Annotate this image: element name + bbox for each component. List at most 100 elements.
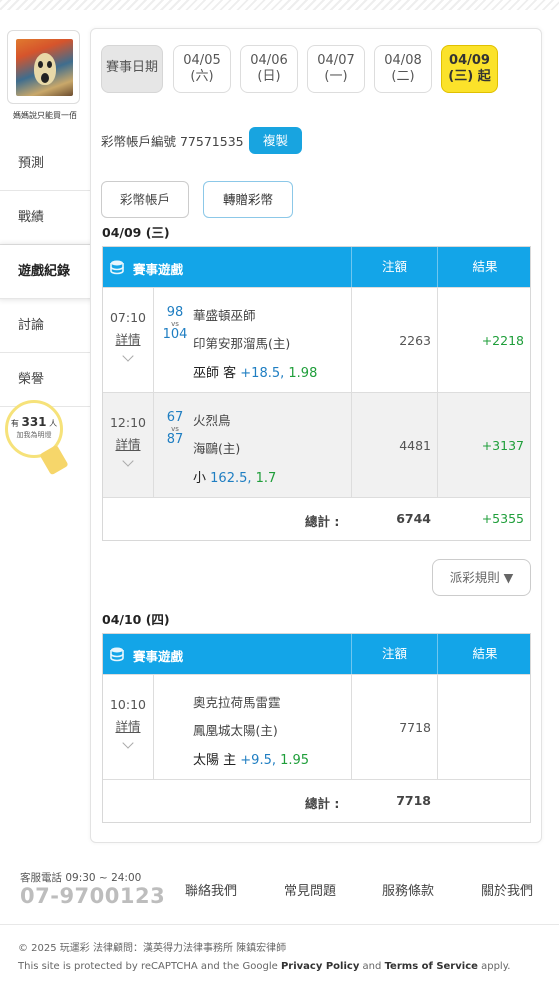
team-away: 火烈鳥 <box>193 413 231 428</box>
account-number: 彩幣帳戶編號 77571535 <box>101 134 244 149</box>
team-away: 華盛頓巫師 <box>193 308 256 323</box>
date-button-0405[interactable]: 04/05 (六) <box>173 45 231 93</box>
footer-link-about[interactable]: 關於我們 <box>481 880 533 899</box>
date-text: 04/05 <box>183 53 221 68</box>
bulb-subtext: 加我為明燈 <box>16 431 52 439</box>
pick-line: 162.5, <box>210 471 252 486</box>
date-button-0406[interactable]: 04/06 (日) <box>240 45 298 93</box>
payout-rules-dropdown[interactable]: 派彩規則 ▼ <box>432 559 531 596</box>
total-row: 總計 : 7718 <box>103 779 530 822</box>
pick: 巫師 客 +18.5, 1.98 <box>193 362 317 381</box>
pick-text: 小 <box>193 471 207 486</box>
team-home: 海鷗(主) <box>193 441 241 456</box>
footer-link-faq[interactable]: 常見問題 <box>284 880 336 899</box>
table-row: 10:10 詳情 奧克拉荷馬雷霆 鳳凰城太陽(主) 太陽 主 +9.5, 1.9… <box>103 674 530 779</box>
copy-button[interactable]: 複製 <box>249 127 302 154</box>
day-text: (六) <box>190 69 214 84</box>
score: 98 vs 104 <box>162 306 188 342</box>
score-home: 104 <box>162 327 188 342</box>
chevron-down-icon[interactable] <box>122 455 134 467</box>
footer-link-contact[interactable]: 聯絡我們 <box>185 880 237 899</box>
avatar-eye-right <box>47 61 52 68</box>
avatar-mouth <box>41 73 49 83</box>
footer-link-terms[interactable]: 服務條款 <box>382 880 434 899</box>
pick-line: +9.5, <box>240 753 276 768</box>
day-title: 04/09 (三) <box>102 225 170 240</box>
score-away: 98 <box>166 305 184 320</box>
recaptcha-notice: This site is protected by reCAPTCHA and … <box>18 961 510 972</box>
date-button-0408[interactable]: 04/08 (二) <box>374 45 432 93</box>
detail-link[interactable]: 詳情 <box>103 329 153 348</box>
day-text: (日) <box>257 69 281 84</box>
date-text: 04/09 <box>449 53 490 68</box>
transfer-coin-button[interactable]: 轉贈彩幣 <box>203 181 293 218</box>
footer-divider <box>0 924 559 925</box>
header-bet: 注額 <box>351 634 437 674</box>
date-text: 04/06 <box>250 53 288 68</box>
team-home: 印第安那溜馬(主) <box>193 336 291 351</box>
total-label: 總計 : <box>305 796 340 811</box>
sidebar-item-record[interactable]: 戰績 <box>0 191 90 245</box>
detail-link[interactable]: 詳情 <box>103 434 153 453</box>
day-text: (三) 起 <box>448 69 491 84</box>
recaptcha-apply: apply. <box>481 961 511 972</box>
time-cell: 12:10 詳情 <box>103 393 154 497</box>
header-game: 賽事遊戲 <box>133 262 184 277</box>
score-home: 87 <box>166 432 184 447</box>
date-label: 賽事日期 <box>101 45 163 93</box>
avatar-frame[interactable] <box>7 30 80 104</box>
game-time: 12:10 <box>109 415 147 430</box>
sidebar-item-honor[interactable]: 榮譽 <box>0 353 90 407</box>
bulb-prefix: 有 <box>10 419 19 428</box>
result-amount: +2218 <box>437 288 532 392</box>
bet-amount: 2263 <box>351 288 437 392</box>
recaptcha-text: This site is protected by reCAPTCHA and … <box>18 961 278 972</box>
detail-link[interactable]: 詳情 <box>103 716 153 735</box>
avatar-eye-left <box>38 61 43 68</box>
sidebar-item-predict[interactable]: 預測 <box>0 137 90 191</box>
bet-amount: 7718 <box>351 675 437 779</box>
bet-amount: 4481 <box>351 393 437 497</box>
main-panel: 賽事日期 04/05 (六) 04/06 (日) 04/07 (一) 04/08… <box>90 28 542 843</box>
top-decoration <box>0 0 559 10</box>
total-result: +5355 <box>481 511 524 526</box>
chevron-down-icon[interactable] <box>122 350 134 362</box>
avatar[interactable] <box>16 39 73 96</box>
result-amount <box>437 675 532 779</box>
service-hours: 客服電話 09:30 ~ 24:00 <box>20 872 142 884</box>
total-row: 總計 : 6744 +5355 <box>103 497 530 540</box>
recaptcha-and: and <box>362 961 382 972</box>
pick-text: 巫師 客 <box>193 366 237 381</box>
bulb-suffix: 人 <box>49 419 58 428</box>
pick-odds: 1.7 <box>255 471 277 486</box>
time-cell: 10:10 詳情 <box>103 675 154 779</box>
day-text: (一) <box>324 69 348 84</box>
time-cell: 07:10 詳情 <box>103 288 154 392</box>
database-icon <box>110 647 124 662</box>
sidebar-item-discussion[interactable]: 討論 <box>0 299 90 353</box>
date-text: 04/08 <box>384 53 422 68</box>
day-title: 04/10 (四) <box>102 612 170 627</box>
score-away: 67 <box>166 410 184 425</box>
header-result: 結果 <box>437 247 532 287</box>
table-row: 12:10 詳情 67 vs 87 火烈鳥 海鷗(主) 小 162.5, 1.7… <box>103 392 530 497</box>
chevron-down-icon[interactable] <box>122 737 134 749</box>
date-button-0409[interactable]: 04/09 (三) 起 <box>441 45 498 93</box>
coin-account-button[interactable]: 彩幣帳戶 <box>101 181 189 218</box>
pick-odds: 1.98 <box>288 366 318 381</box>
header-bet: 注額 <box>351 247 437 287</box>
terms-of-service-link[interactable]: Terms of Service <box>385 961 478 972</box>
privacy-policy-link[interactable]: Privacy Policy <box>281 961 359 972</box>
pick-line: +18.5, <box>240 366 285 381</box>
date-button-0407[interactable]: 04/07 (一) <box>307 45 365 93</box>
score: 67 vs 87 <box>162 411 188 447</box>
team-home: 鳳凰城太陽(主) <box>193 723 278 738</box>
header-result: 結果 <box>437 634 532 674</box>
service-phone[interactable]: 07-9700123 <box>20 884 165 908</box>
bets-table-0409: 賽事遊戲 注額 結果 07:10 詳情 98 vs 104 華盛頓巫師 印第安那… <box>102 246 531 541</box>
header-game: 賽事遊戲 <box>133 649 184 664</box>
user-name: 媽媽說只能買一佰 <box>13 111 77 120</box>
copyright: © 2025 玩運彩 法律顧問：漢英得力法律事務所 陳鎮宏律師 <box>18 943 287 954</box>
sidebar-item-game-history[interactable]: 遊戲紀錄 <box>0 245 96 299</box>
table-header: 賽事遊戲 注額 結果 <box>103 247 530 287</box>
